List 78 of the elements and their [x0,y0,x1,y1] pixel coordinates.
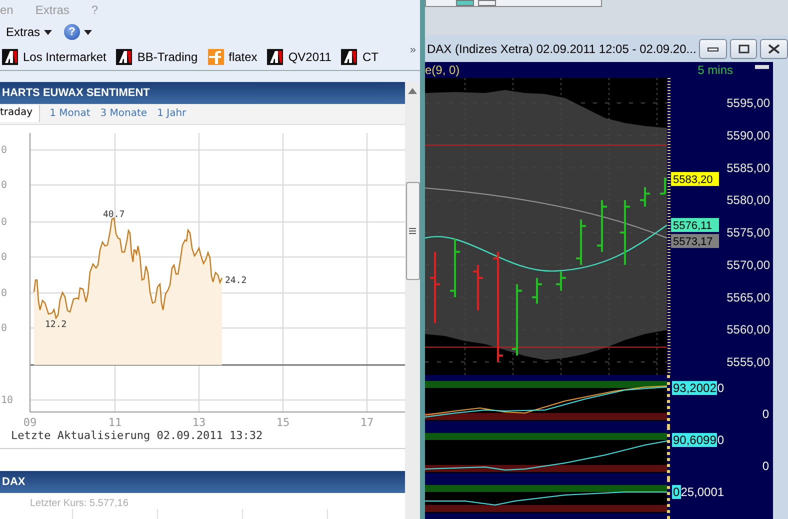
scroll-up-icon[interactable] [408,88,417,94]
value-label: 12.2 [45,320,67,330]
axis-label: 0 [1,252,8,263]
minimize-icon [707,46,720,52]
last-price-text: Letzter Kurs: 5.577,16 [29,497,130,510]
grip-icon [409,228,416,234]
price-badge: 5573,17 [671,234,719,248]
minimize-button[interactable] [699,38,727,58]
scale-label: 0 [717,381,724,395]
window-title: DAX (Indizes Xetra) 02.09.2011 12:05 - 02.09.20... [426,42,696,56]
favorite-link[interactable]: QV2011 [267,49,332,65]
price-label: 5595,00 [726,96,770,110]
axis-label: 15 [276,416,290,428]
price-label: 5590,00 [726,128,770,142]
indicator-value: 90,6099 [672,433,718,447]
restore-button[interactable] [730,38,758,58]
period-tab[interactable]: 3 Monate [100,108,148,120]
more-button[interactable]: » [410,44,416,56]
price-bar [596,199,608,253]
price-bar [619,199,631,266]
axis-label: 0 [1,216,8,228]
price-label: 5560,00 [726,322,770,337]
price-label: 5580,00 [726,193,770,208]
axis-label: 11 [108,416,122,428]
price-bar [531,276,543,305]
favorite-link[interactable]: CT [341,49,378,65]
close-button[interactable] [760,38,788,58]
scale-label: 0 [762,407,770,421]
section-header: DAX [0,471,405,494]
scrollbar[interactable] [405,82,420,519]
axis-label: 13 [192,416,206,428]
favorite-link[interactable]: Los Intermarket [2,49,106,65]
axis-label: 17 [360,416,374,428]
period-tab[interactable]: 1 Jahr [157,108,186,120]
logo-icon [208,49,224,65]
axis-label: 0 [1,180,8,191]
price-bar [472,264,484,312]
scale-label: 25,0001 [680,485,724,499]
scroll-thumb[interactable] [406,182,420,280]
caret-icon [44,30,52,34]
price-label: 5575,00 [726,226,770,240]
update-time-text: Letzte Aktualisierung 02.09.2011 13:32 [0,427,405,450]
indicator-value: 0 [672,485,681,499]
price-bar [449,238,461,298]
scale-label: 0 [762,459,770,473]
extras-menu-button[interactable]: Extras [0,25,52,39]
price-label: 5585,00 [726,160,770,175]
close-icon [768,44,780,54]
price-badge: 5576,11 [671,218,719,232]
scale-label: 0 [717,433,724,447]
favorite-link[interactable]: flatex [208,49,258,65]
logo-icon [116,49,132,65]
price-label: 5555,00 [726,355,770,369]
indicator-value: 93,2002 [672,381,718,395]
period-tab[interactable]: 1 Monat [50,108,90,120]
value-label: 40.7 [103,210,125,220]
section-header: HARTS EUWAX SENTIMENT [0,82,405,104]
price-label: 5570,00 [726,258,770,272]
axis-label: 0 [1,322,8,334]
axis-label: 10 [1,394,14,406]
price-bar [575,218,587,266]
axis-label: 0 [1,288,8,299]
logo-icon [267,49,284,65]
interval-label: 5 mins [698,63,733,77]
price-label: 5565,00 [726,290,770,304]
favorite-link[interactable]: BB-Trading [116,49,198,65]
logo-icon [341,49,358,65]
caret-icon [84,30,92,34]
axis-label: 0 [1,144,8,156]
study-label: e(9, 0) [425,63,460,77]
restore-icon [738,44,750,54]
price-bar [639,186,651,208]
price-bar [555,270,567,292]
price-badge: 5583,20 [671,172,719,186]
logo-icon [2,49,18,65]
value-label: 24.2 [225,276,247,286]
axis-label: 09 [23,416,37,428]
period-tab[interactable]: traday [0,105,40,122]
